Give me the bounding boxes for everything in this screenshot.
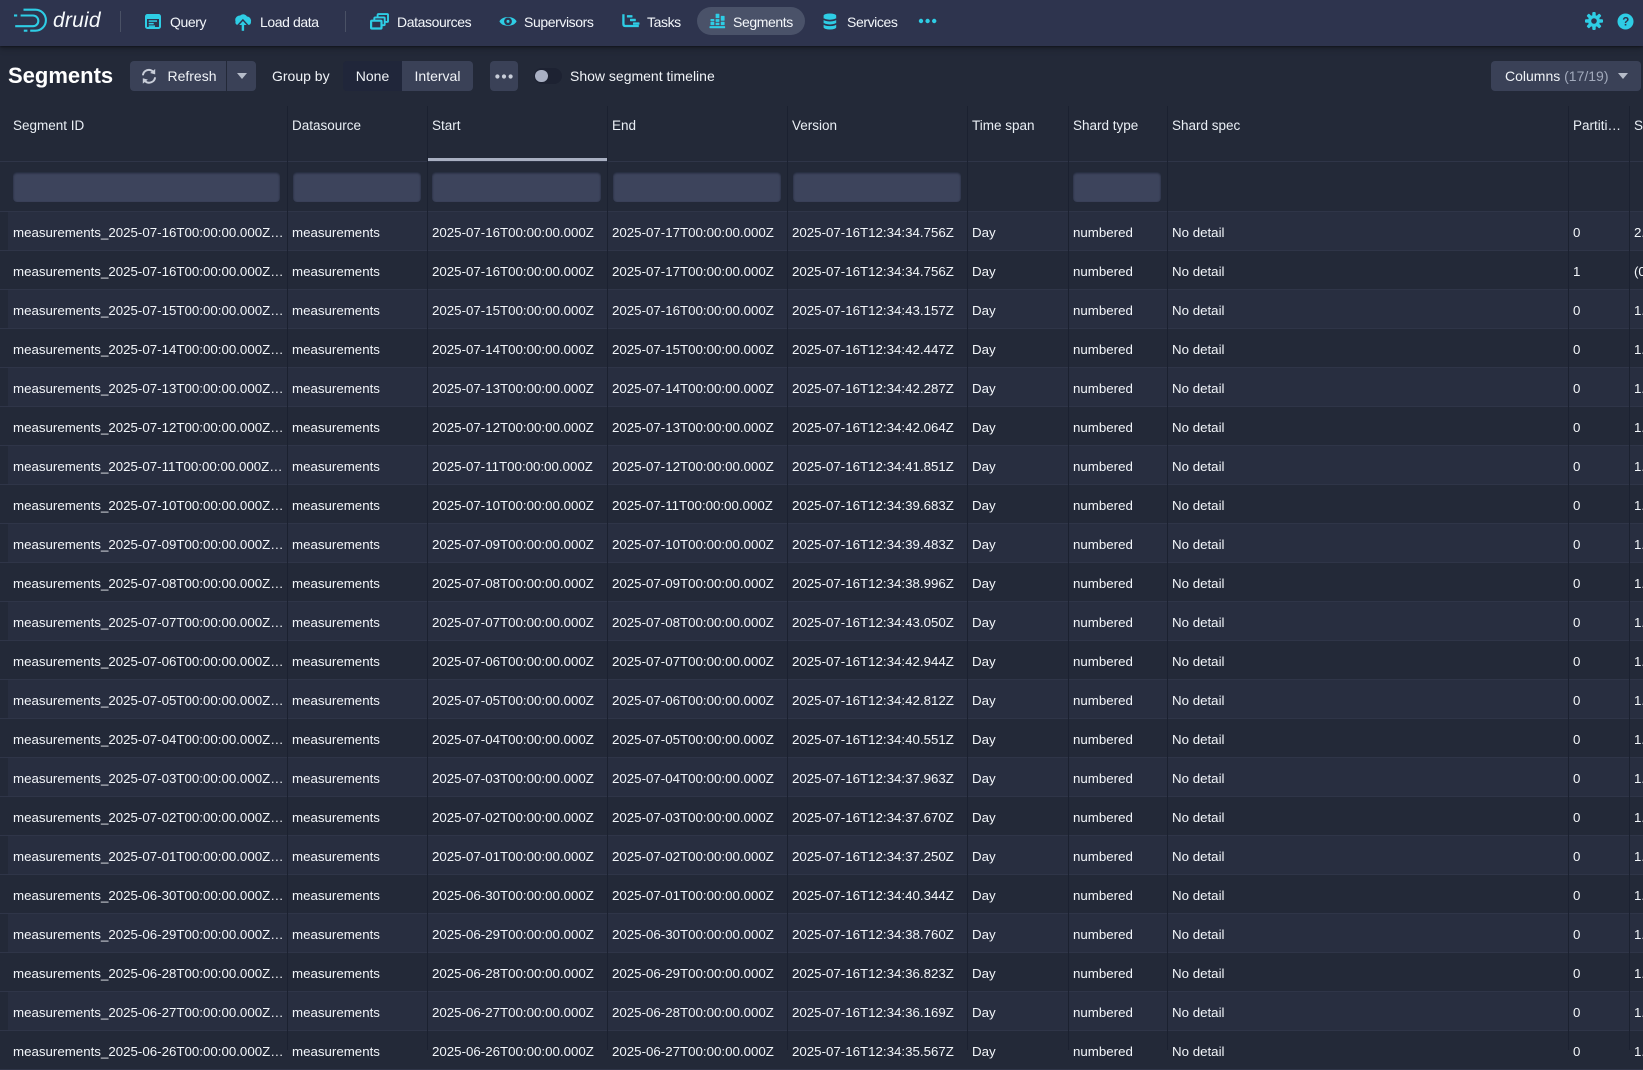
svg-text:?: ? (1622, 16, 1629, 28)
